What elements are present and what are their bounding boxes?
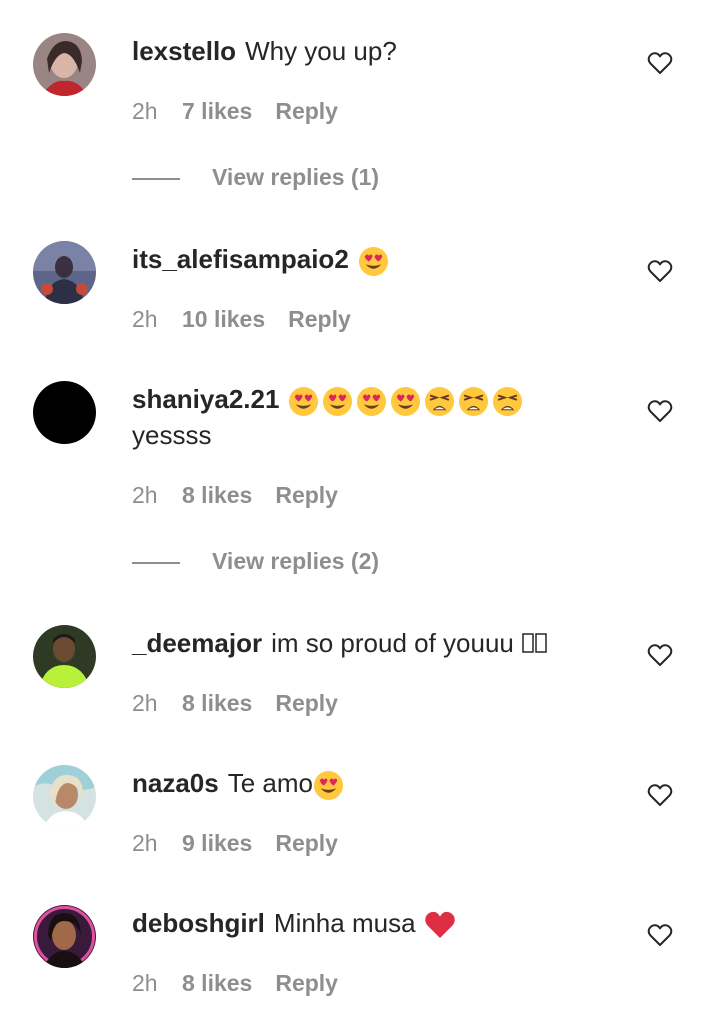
avatar[interactable] bbox=[33, 33, 96, 96]
comment-likes[interactable]: 8 likes bbox=[182, 970, 252, 997]
comment-username[interactable]: naza0s bbox=[132, 768, 219, 798]
avatar[interactable] bbox=[33, 905, 96, 968]
heart-eyes-emoji-icon bbox=[313, 770, 344, 800]
heart-eyes-emoji-icon bbox=[323, 386, 353, 416]
comment-text: Minha musa bbox=[273, 908, 416, 938]
comment-username[interactable]: shaniya2.21 bbox=[132, 384, 279, 414]
weary-face-emoji-icon bbox=[425, 386, 455, 416]
reply-button[interactable]: Reply bbox=[275, 98, 338, 125]
avatar[interactable] bbox=[33, 765, 96, 828]
red-heart-emoji-icon bbox=[424, 911, 455, 939]
like-heart-icon[interactable] bbox=[647, 923, 673, 947]
comment-text-line: deboshgirl Minha musa bbox=[132, 906, 456, 940]
comment-likes[interactable]: 8 likes bbox=[182, 690, 252, 717]
view-replies-label: View replies (2) bbox=[212, 548, 380, 574]
comment-meta: 2h 9 likes Reply bbox=[132, 830, 338, 857]
comment-text: Te amo bbox=[227, 768, 313, 798]
comment-time: 2h bbox=[132, 970, 158, 996]
reply-button[interactable]: Reply bbox=[275, 970, 338, 997]
comment-meta: 2h 8 likes Reply bbox=[132, 690, 338, 717]
comment-text: Why you up? bbox=[245, 36, 397, 66]
comment-text: yessss bbox=[132, 420, 212, 450]
comment-username[interactable]: its_alefisampaio2 bbox=[132, 244, 349, 274]
like-heart-icon[interactable] bbox=[647, 51, 673, 75]
comment-text-line: lexstello Why you up? bbox=[132, 34, 397, 68]
comment-time: 2h bbox=[132, 830, 158, 856]
divider bbox=[132, 178, 180, 180]
comment-text-line: naza0s Te amo bbox=[132, 766, 344, 801]
comment-time: 2h bbox=[132, 690, 158, 716]
comment-username[interactable]: lexstello bbox=[132, 36, 236, 66]
comment-text-line: shaniya2.21 bbox=[132, 382, 523, 417]
like-heart-icon[interactable] bbox=[647, 783, 673, 807]
comment-likes[interactable]: 8 likes bbox=[182, 482, 252, 509]
like-heart-icon[interactable] bbox=[647, 643, 673, 667]
reply-button[interactable]: Reply bbox=[275, 830, 338, 857]
reply-button[interactable]: Reply bbox=[275, 690, 338, 717]
comment-meta: 2h 8 likes Reply bbox=[132, 970, 338, 997]
comment-text-line: _deemajor im so proud of youuu bbox=[132, 626, 548, 662]
avatar[interactable] bbox=[33, 241, 96, 304]
heart-eyes-emoji-icon bbox=[391, 386, 421, 416]
comment-meta: 2h 10 likes Reply bbox=[132, 306, 351, 333]
comment-likes[interactable]: 9 likes bbox=[182, 830, 252, 857]
avatar[interactable] bbox=[33, 381, 96, 444]
weary-face-emoji-icon bbox=[459, 386, 489, 416]
comment-likes[interactable]: 7 likes bbox=[182, 98, 252, 125]
comment-text-line: its_alefisampaio2 bbox=[132, 242, 389, 277]
comment-time: 2h bbox=[132, 306, 158, 332]
heart-eyes-emoji-icon bbox=[358, 246, 388, 276]
comment-time: 2h bbox=[132, 98, 158, 124]
divider bbox=[132, 562, 180, 564]
heart-eyes-emoji-icon bbox=[357, 386, 387, 416]
comment-username[interactable]: _deemajor bbox=[132, 628, 262, 658]
weary-face-emoji-icon bbox=[493, 386, 523, 416]
comment-text: im so proud of youuu bbox=[271, 628, 514, 658]
comment-likes[interactable]: 10 likes bbox=[182, 306, 265, 333]
heart-eyes-emoji-icon bbox=[289, 386, 319, 416]
view-replies-button[interactable]: View replies (1) bbox=[132, 164, 532, 194]
comment-time: 2h bbox=[132, 482, 158, 508]
reply-button[interactable]: Reply bbox=[288, 306, 351, 333]
view-replies-label: View replies (1) bbox=[212, 164, 380, 190]
avatar[interactable] bbox=[33, 625, 96, 688]
comment-meta: 2h 8 likes Reply bbox=[132, 482, 338, 509]
reply-button[interactable]: Reply bbox=[275, 482, 338, 509]
unrendered-emoji-icon bbox=[522, 628, 548, 662]
like-heart-icon[interactable] bbox=[647, 399, 673, 423]
comment-meta: 2h 7 likes Reply bbox=[132, 98, 338, 125]
view-replies-button[interactable]: View replies (2) bbox=[132, 548, 532, 578]
like-heart-icon[interactable] bbox=[647, 259, 673, 283]
comment-username[interactable]: deboshgirl bbox=[132, 908, 265, 938]
